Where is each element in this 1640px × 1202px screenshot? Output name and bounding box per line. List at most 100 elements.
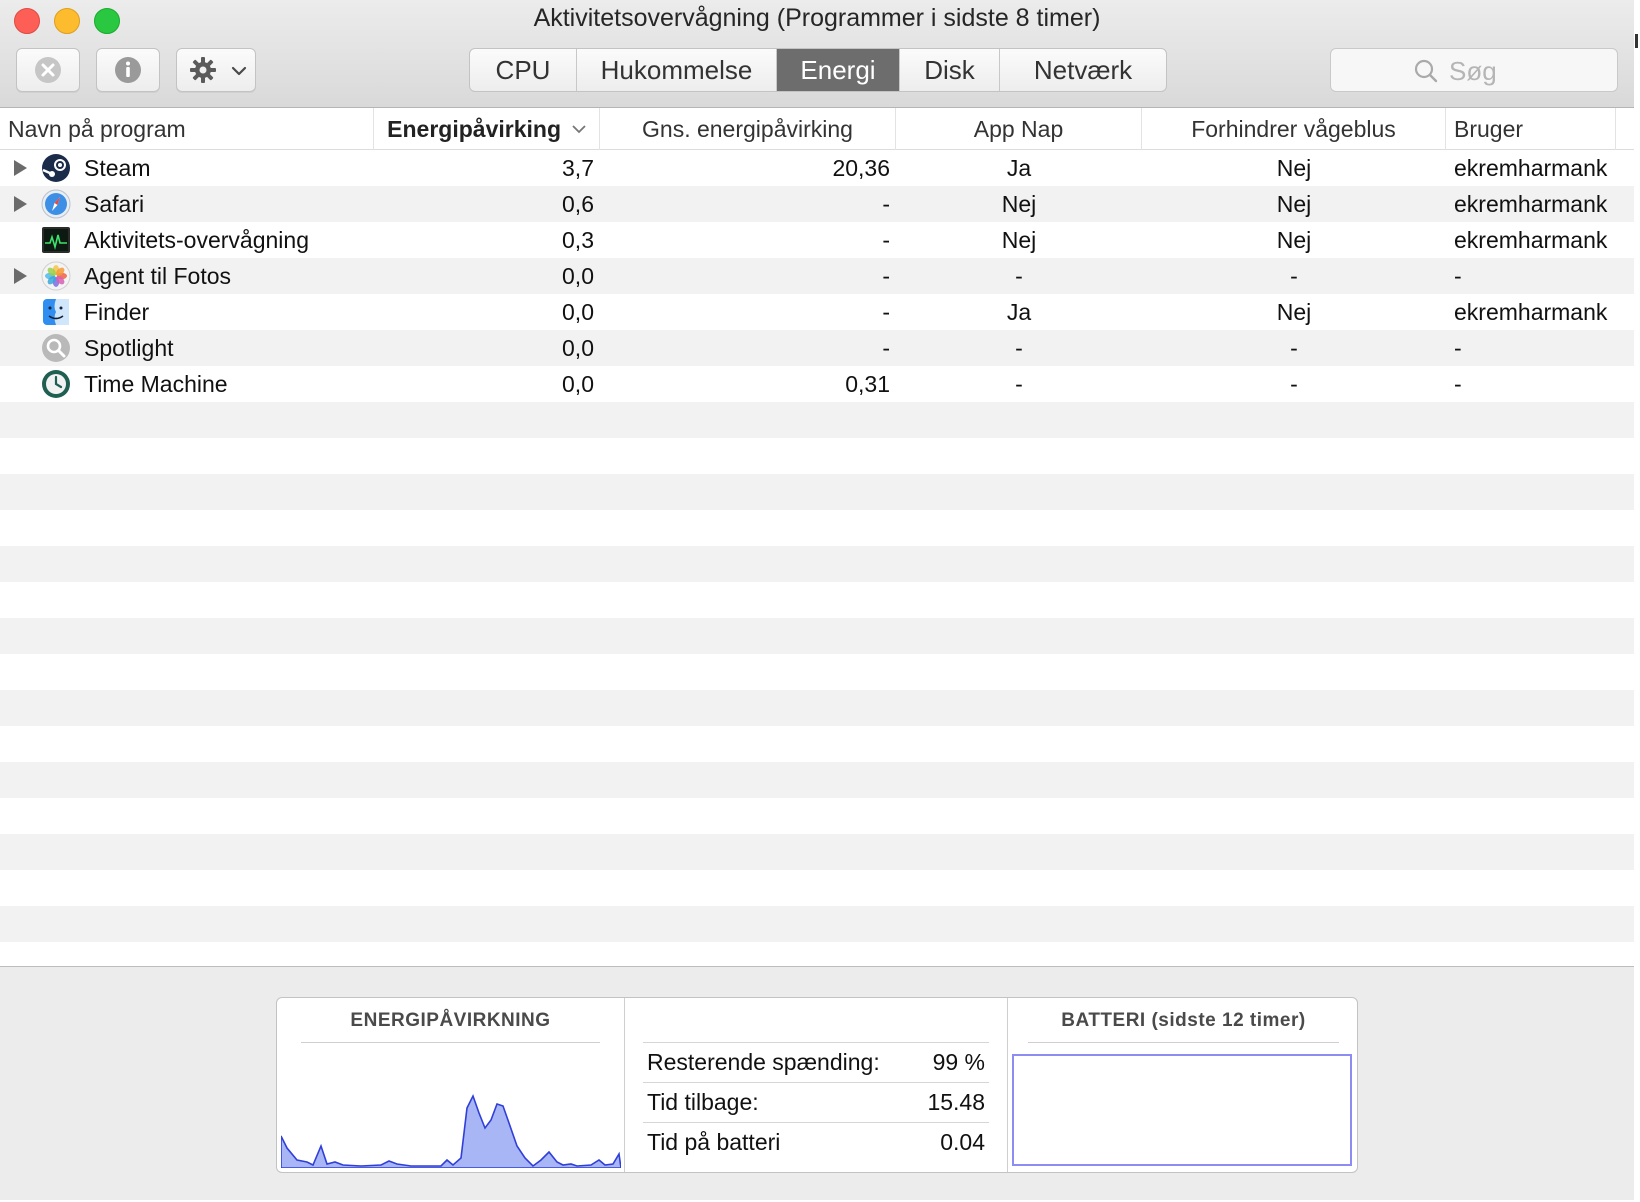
- toolbar: Aktivitetsovervågning (Programmer i sids…: [0, 0, 1634, 108]
- row-name: Agent til Fotos: [84, 262, 232, 289]
- column-header-energy-label: Energipåvirking: [387, 115, 561, 142]
- row-energy: 0,0: [562, 298, 594, 325]
- tab-cpu[interactable]: CPU: [470, 49, 577, 91]
- energy-impact-title: ENERGIPÅVIRKNING: [350, 1010, 551, 1031]
- disclosure-triangle-icon[interactable]: [14, 258, 34, 294]
- search-field[interactable]: Søg: [1330, 48, 1618, 92]
- stat-label: Tid tilbage:: [647, 1089, 759, 1115]
- column-header-name[interactable]: Navn på program: [0, 108, 374, 150]
- steam-icon: [40, 150, 72, 186]
- table-row[interactable]: Spotlight 0,0 - - - -: [0, 330, 1634, 366]
- row-energy: 0,0: [562, 262, 594, 289]
- activity-monitor-window: Aktivitetsovervågning (Programmer i sids…: [0, 0, 1634, 1200]
- time-machine-icon: [40, 366, 72, 402]
- row-app-nap: -: [1015, 370, 1023, 397]
- table-row[interactable]: Agent til Fotos 0,0 - - - -: [0, 258, 1634, 294]
- battery-stats-section: Resterende spænding: 99 % Tid tilbage: 1…: [625, 998, 1008, 1172]
- stop-process-button[interactable]: [16, 48, 80, 92]
- stat-time-remaining: Tid tilbage: 15.48: [643, 1082, 989, 1122]
- row-name: Spotlight: [84, 334, 174, 361]
- column-header-user-label: Bruger: [1454, 115, 1524, 142]
- stat-label: Tid på batteri: [647, 1129, 781, 1155]
- disclosure-triangle-icon[interactable]: [14, 150, 34, 186]
- tab-energy[interactable]: Energi: [777, 49, 900, 91]
- row-name: Steam: [84, 154, 151, 181]
- row-energy: 0,0: [562, 334, 594, 361]
- summary-area: ENERGIPÅVIRKNING Resterende spænding: 99…: [0, 966, 1634, 1200]
- column-header-prevent-sleep[interactable]: Forhindrer vågeblus: [1142, 108, 1446, 150]
- column-header-user[interactable]: Bruger: [1446, 108, 1616, 150]
- row-user: -: [1454, 370, 1462, 397]
- stop-process-icon: [35, 57, 61, 83]
- activity-monitor-icon: [40, 222, 72, 258]
- inspect-process-button[interactable]: [96, 48, 160, 92]
- column-header-app-nap[interactable]: App Nap: [896, 108, 1142, 150]
- tab-memory[interactable]: Hukommelse: [577, 49, 777, 91]
- table-header: Navn på program Energipåvirking Gns. ene…: [0, 108, 1634, 150]
- row-user: ekremharmank: [1454, 154, 1608, 181]
- column-header-avg-energy[interactable]: Gns. energipåvirking: [600, 108, 896, 150]
- sort-descending-icon: [572, 125, 586, 134]
- row-prevent-sleep: Nej: [1276, 190, 1312, 217]
- column-header-avg-energy-label: Gns. energipåvirking: [642, 115, 853, 142]
- row-app-nap: Nej: [1001, 190, 1037, 217]
- table-row[interactable]: Safari 0,6 - Nej Nej ekremharmank: [0, 186, 1634, 222]
- chevron-down-icon: [231, 66, 247, 76]
- table-row[interactable]: Time Machine 0,0 0,31 - - -: [0, 366, 1634, 402]
- column-header-app-nap-label: App Nap: [973, 115, 1064, 142]
- window-title: Aktivitetsovervågning (Programmer i sids…: [533, 4, 1101, 32]
- finder-icon: [40, 294, 72, 330]
- row-user: ekremharmank: [1454, 298, 1608, 325]
- row-prevent-sleep: Nej: [1276, 154, 1312, 181]
- stat-value: 99 %: [932, 1049, 985, 1075]
- row-prevent-sleep: -: [1290, 370, 1298, 397]
- stat-remaining-charge: Resterende spænding: 99 %: [643, 1042, 989, 1082]
- row-prevent-sleep: Nej: [1276, 298, 1312, 325]
- row-energy: 0,0: [562, 370, 594, 397]
- row-app-nap: Ja: [1006, 298, 1032, 325]
- row-user: ekremharmank: [1454, 190, 1608, 217]
- column-header-energy[interactable]: Energipåvirking: [374, 108, 600, 150]
- gear-icon: [190, 57, 216, 83]
- row-name: Finder: [84, 298, 150, 325]
- energy-impact-section: ENERGIPÅVIRKNING: [277, 998, 625, 1172]
- row-prevent-sleep: -: [1290, 262, 1298, 289]
- battery-history-title: BATTERI (sidste 12 timer): [1061, 1010, 1306, 1031]
- row-energy: 0,3: [562, 226, 594, 253]
- table-row[interactable]: Finder 0,0 - Ja Nej ekremharmank: [0, 294, 1634, 330]
- row-app-nap: Ja: [1006, 154, 1032, 181]
- window-edge: [1634, 0, 1640, 1202]
- tab-disk[interactable]: Disk: [900, 49, 1000, 91]
- disclosure-triangle-icon[interactable]: [14, 186, 34, 222]
- stat-value: 0.04: [940, 1129, 985, 1155]
- table-row[interactable]: Steam 3,7 20,36 Ja Nej ekremharmank: [0, 150, 1634, 186]
- table-body: Steam 3,7 20,36 Ja Nej ekremharmank Safa…: [0, 150, 1634, 402]
- column-header-name-label: Navn på program: [8, 115, 186, 142]
- battery-history-section: BATTERI (sidste 12 timer): [1008, 998, 1357, 1172]
- row-energy: 0,6: [562, 190, 594, 217]
- summary-panel: ENERGIPÅVIRKNING Resterende spænding: 99…: [276, 997, 1358, 1173]
- search-icon: [1414, 59, 1438, 83]
- row-user: ekremharmank: [1454, 226, 1608, 253]
- row-name: Safari: [84, 190, 145, 217]
- row-user: -: [1454, 262, 1462, 289]
- battery-history-graph: [1012, 1054, 1352, 1166]
- energy-impact-graph: [281, 1093, 621, 1168]
- stat-label: Resterende spænding:: [647, 1049, 880, 1075]
- table-row[interactable]: Aktivitets-overvågning 0,3 - Nej Nej ekr…: [0, 222, 1634, 258]
- photos-icon: [40, 258, 72, 294]
- row-user: -: [1454, 334, 1462, 361]
- row-name: Time Machine: [84, 370, 228, 397]
- row-name: Aktivitets-overvågning: [84, 226, 309, 253]
- view-tabs: CPU Hukommelse Energi Disk Netværk: [469, 48, 1167, 92]
- row-avg-energy: -: [882, 298, 890, 325]
- action-menu-button[interactable]: [176, 48, 256, 92]
- info-icon: [115, 57, 141, 83]
- tab-network[interactable]: Netværk: [1000, 49, 1166, 91]
- safari-icon: [40, 186, 72, 222]
- row-avg-energy: -: [882, 226, 890, 253]
- row-avg-energy: 0,31: [845, 370, 890, 397]
- row-prevent-sleep: Nej: [1276, 226, 1312, 253]
- battery-stats: Resterende spænding: 99 % Tid tilbage: 1…: [643, 1042, 989, 1162]
- spotlight-icon: [40, 330, 72, 366]
